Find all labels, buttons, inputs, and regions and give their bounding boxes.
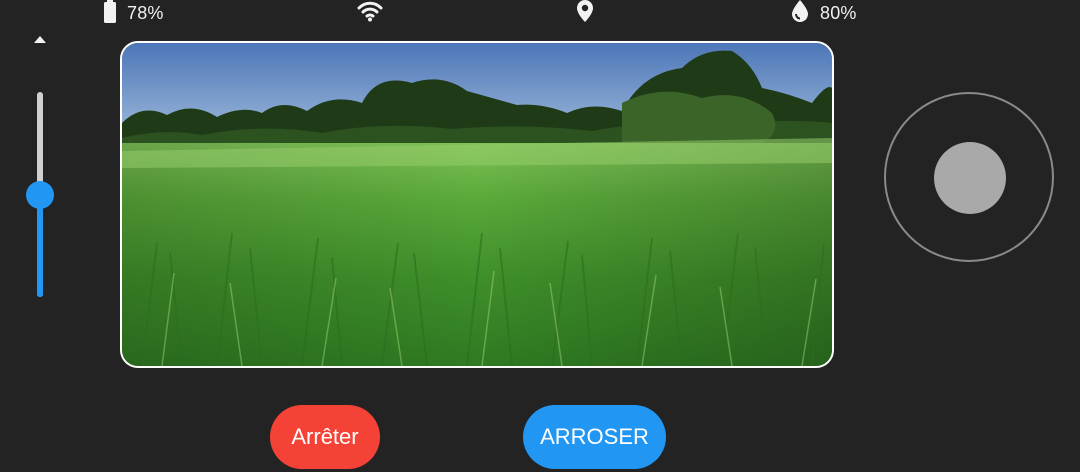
joystick[interactable] [884, 92, 1054, 262]
battery-level: 78% [127, 2, 164, 23]
water-button[interactable]: ARROSER [523, 405, 666, 469]
grass-field-image [122, 43, 832, 366]
slider-fill [37, 194, 43, 297]
humidity-status: 80% [790, 0, 857, 26]
speed-slider[interactable] [20, 32, 60, 302]
app-screen: 78% 80% Arrêter ARROSER [0, 0, 1080, 472]
water-drop-icon [790, 0, 810, 28]
location-pin-icon [576, 0, 594, 28]
wifi-icon [357, 0, 383, 27]
stop-button[interactable]: Arrêter [270, 405, 380, 469]
arrow-up-icon [34, 36, 46, 43]
battery-status: 78% [103, 0, 164, 26]
humidity-level: 80% [820, 2, 857, 23]
battery-icon [103, 0, 117, 28]
location-status [576, 0, 594, 26]
wifi-status [357, 0, 383, 26]
camera-feed [120, 41, 834, 368]
slider-thumb[interactable] [26, 180, 54, 209]
joystick-knob[interactable] [934, 142, 1006, 214]
